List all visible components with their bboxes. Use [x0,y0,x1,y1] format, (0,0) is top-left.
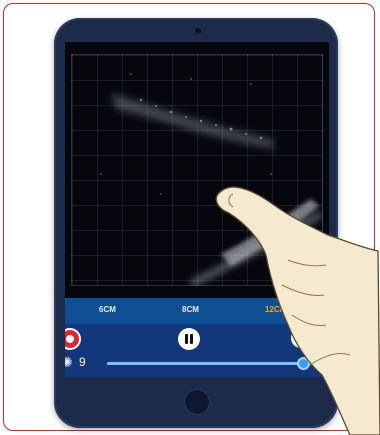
pause-icon [185,334,188,344]
record-icon [66,335,74,343]
gain-icon: ✺ [65,354,73,370]
depth-option-6cm[interactable]: 6CM [99,305,116,314]
hand-illustration [215,186,380,435]
front-camera [195,28,201,34]
pause-button[interactable] [178,328,200,350]
depth-option-8cm[interactable]: 8CM [182,305,199,314]
record-button[interactable] [65,328,81,350]
pause-icon-bar [190,334,193,344]
gain-value: 9 [79,355,86,369]
